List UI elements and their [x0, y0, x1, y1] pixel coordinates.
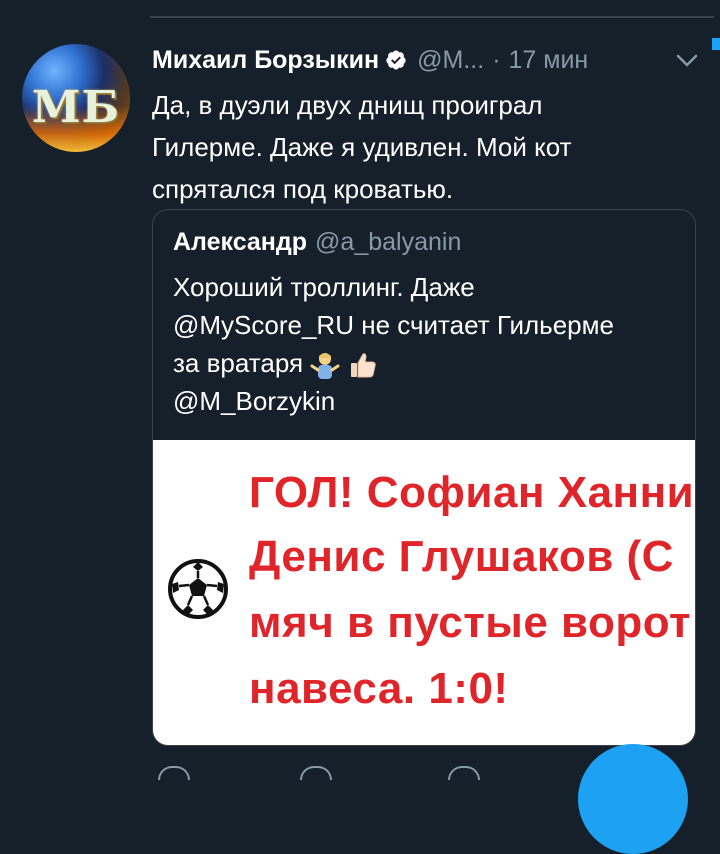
author-name[interactable]: Михаил Борзыкин — [152, 46, 379, 75]
tweet-text-line: Да, в дуэли двух днищ проиграл — [152, 90, 543, 120]
quoted-author-name: Александр — [173, 228, 308, 256]
compose-tweet-button[interactable] — [578, 744, 688, 854]
author-handle[interactable]: @M... — [417, 46, 484, 75]
image-text-line: навеса. 1:0! — [249, 664, 509, 713]
quoted-mention[interactable]: @M_Borzykin — [173, 382, 683, 420]
quoted-text-line: @MyScore_RU не считает Гильерме — [173, 310, 614, 340]
divider-line — [150, 16, 714, 18]
quoted-text: Хороший троллинг. Даже @MyScore_RU не сч… — [173, 268, 683, 420]
quoted-image[interactable]: ГОЛ! Софиан Ханни Денис Глушаков (С мяч … — [153, 440, 695, 745]
separator-dot: · — [492, 45, 501, 74]
tweet-text: Да, в дуэли двух днищ проиграл Гилерме. … — [152, 84, 692, 210]
image-text-line: мяч в пустые ворот — [249, 598, 692, 647]
avatar-monogram: МБ — [31, 82, 121, 133]
quoted-text-line: Хороший троллинг. Даже — [173, 272, 475, 302]
quoted-text-segment: за вратаря — [173, 348, 304, 378]
quoted-header: Александр @a_balyanin — [173, 228, 461, 257]
image-text-line: Денис Глушаков (С — [249, 532, 674, 581]
quoted-tweet[interactable]: Александр @a_balyanin Хороший троллинг. Д… — [152, 209, 696, 746]
tweet-header: Михаил Борзыкин @M... · 17 мин — [152, 38, 588, 82]
quoted-text-line-with-emoji: за вратаря — [173, 344, 683, 382]
retweet-icon[interactable] — [300, 766, 332, 780]
like-icon[interactable] — [448, 766, 480, 780]
tweet-text-line: Гилерме. Даже я удивлен. Мой кот — [152, 132, 572, 162]
thumbs-up-emoji-icon — [350, 353, 376, 378]
quoted-author-handle: @a_balyanin — [315, 228, 462, 256]
chevron-down-icon[interactable] — [676, 54, 698, 68]
avatar[interactable]: МБ — [22, 44, 130, 152]
man-shrugging-emoji-icon — [310, 353, 340, 380]
soccer-ball-icon — [168, 559, 228, 619]
image-text-line: ГОЛ! Софиан Ханни — [249, 468, 695, 517]
tweet-time[interactable]: 17 мин — [509, 46, 589, 75]
tweet-text-line: спрятался под кроватью. — [152, 174, 454, 204]
scroll-indicator — [712, 38, 720, 50]
verified-badge-icon — [386, 50, 406, 70]
reply-icon[interactable] — [158, 766, 190, 780]
